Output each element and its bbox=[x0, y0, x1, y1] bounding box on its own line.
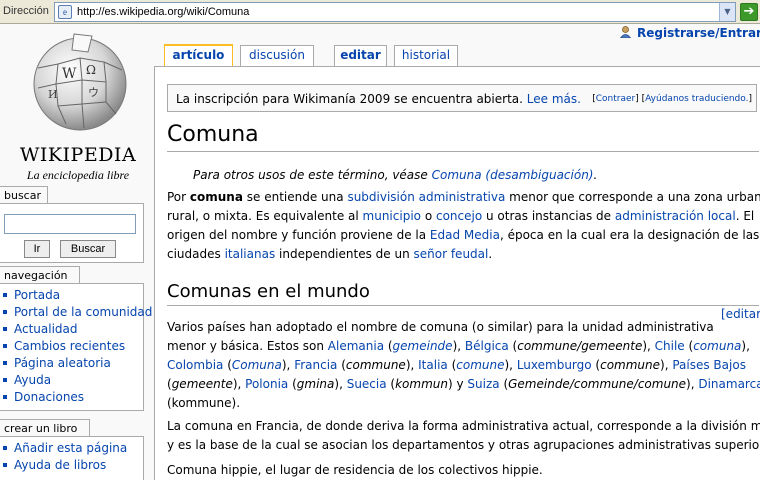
navigation-portlet-title: navegación bbox=[0, 266, 80, 283]
tagline: La enciclopedia libre bbox=[26, 168, 130, 182]
nav-item-portada[interactable]: Portada bbox=[3, 287, 143, 304]
address-url[interactable]: http://es.wikipedia.org/wiki/Comuna bbox=[77, 6, 249, 18]
section-divider bbox=[167, 305, 759, 306]
link-chile[interactable]: Chile bbox=[655, 339, 685, 353]
france-line-1: La comuna en Francia, de donde deriva la… bbox=[167, 419, 760, 433]
site-notice: La inscripción para Wikimanía 2009 se en… bbox=[167, 84, 757, 112]
intro-line-3: origen del nombre y función proviene de … bbox=[167, 228, 760, 242]
link-italia[interactable]: Italia bbox=[418, 358, 448, 372]
address-bar: Dirección e http://es.wikipedia.org/wiki… bbox=[0, 0, 760, 24]
link-italianas[interactable]: italianas bbox=[225, 247, 276, 261]
book-portlet: Añadir esta página Ayuda de libros bbox=[0, 436, 144, 480]
intro-line-4: ciudades italianas independientes de un … bbox=[167, 247, 493, 261]
link-municipio[interactable]: municipio bbox=[363, 209, 421, 223]
link-edad-media[interactable]: Edad Media bbox=[430, 228, 500, 242]
search-portlet: Ir Buscar bbox=[0, 203, 144, 263]
link-polonia[interactable]: Polonia bbox=[245, 377, 288, 391]
nav-item-pagina-aleatoria[interactable]: Página aleatoria bbox=[3, 355, 143, 372]
link-francia[interactable]: Francia bbox=[294, 358, 337, 372]
go-arrow-icon[interactable]: ➔ bbox=[740, 3, 758, 21]
search-portlet-title: buscar bbox=[0, 186, 48, 203]
link-alemania[interactable]: Alemania bbox=[328, 339, 384, 353]
svg-text:Ω: Ω bbox=[86, 63, 96, 77]
notice-hide-link[interactable]: Contraer bbox=[596, 94, 635, 104]
puzzle-globe-icon: W Ω И ウ bbox=[33, 33, 127, 131]
chevron-down-icon[interactable]: ▼ bbox=[719, 3, 735, 21]
notice-read-more-link[interactable]: Lee más. bbox=[527, 92, 581, 106]
notice-text: La inscripción para Wikimanía 2009 se en… bbox=[176, 92, 581, 106]
link-comuna-chile[interactable]: comuna bbox=[693, 339, 741, 353]
link-comune[interactable]: comune bbox=[456, 358, 504, 372]
svg-text:W: W bbox=[62, 66, 77, 82]
world-line-5: (kommune). bbox=[167, 396, 241, 410]
nav-item-actualidad[interactable]: Actualidad bbox=[3, 321, 143, 338]
disambiguation-link[interactable]: Comuna (desambiguación) bbox=[432, 168, 594, 182]
content-area: La inscripción para Wikimanía 2009 se en… bbox=[154, 66, 760, 480]
link-suecia[interactable]: Suecia bbox=[347, 377, 387, 391]
world-line-4: (gemeente), Polonia (gmina), Suecia (kom… bbox=[167, 375, 760, 394]
tab-articulo[interactable]: artículo bbox=[164, 44, 233, 67]
nav-item-donaciones[interactable]: Donaciones bbox=[3, 389, 143, 406]
page-title: Comuna bbox=[167, 122, 259, 147]
book-item-add-page[interactable]: Añadir esta página bbox=[3, 440, 143, 457]
tab-discusion[interactable]: discusión bbox=[240, 45, 314, 66]
notice-translate-link[interactable]: Ayúdanos traduciendo. bbox=[645, 94, 748, 104]
nav-item-portal-comunidad[interactable]: Portal de la comunidad bbox=[3, 304, 152, 321]
search-input[interactable] bbox=[4, 214, 136, 234]
link-administracion-local[interactable]: administración local bbox=[615, 209, 736, 223]
link-senor-feudal[interactable]: señor feudal bbox=[414, 247, 489, 261]
disambiguation-note: Para otros usos de este término, véase C… bbox=[193, 168, 598, 182]
link-gemeinde[interactable]: gemeinde bbox=[393, 339, 453, 353]
link-colombia[interactable]: Colombia bbox=[167, 358, 223, 372]
link-belgica[interactable]: Bélgica bbox=[465, 339, 509, 353]
link-concejo[interactable]: concejo bbox=[436, 209, 482, 223]
book-item-help[interactable]: Ayuda de libros bbox=[3, 457, 143, 474]
navigation-portlet: Portada Portal de la comunidad Actualida… bbox=[0, 283, 152, 411]
register-login-link[interactable]: Registrarse/Entrar bbox=[620, 26, 760, 40]
go-button[interactable]: Ir bbox=[24, 240, 50, 258]
intro-line-1: Por comuna se entiende una subdivisión a… bbox=[167, 190, 760, 204]
world-line-3: Colombia (Comuna), Francia (commune), It… bbox=[167, 358, 746, 372]
nav-item-cambios-recientes[interactable]: Cambios recientes bbox=[3, 338, 143, 355]
world-line-2: menor y básica. Estos son Alemania (geme… bbox=[167, 339, 750, 353]
world-line-1: Varios países han adoptado el nombre de … bbox=[167, 320, 714, 334]
wordmark: WIKIPEDIA bbox=[19, 144, 137, 166]
notice-actions: [Contraer] [Ayúdanos traduciendo.] bbox=[592, 94, 752, 104]
svg-text:ウ: ウ bbox=[88, 86, 99, 99]
link-dinamarca[interactable]: Dinamarca bbox=[698, 377, 760, 391]
user-icon bbox=[620, 26, 631, 38]
book-portlet-title: crear un libro bbox=[0, 419, 90, 436]
svg-text:И: И bbox=[48, 88, 58, 101]
wikipedia-logo[interactable]: W Ω И ウ WIKIPEDIA La enciclopedia libre bbox=[8, 26, 148, 186]
page-icon: e bbox=[58, 5, 72, 19]
link-paises-bajos[interactable]: Países Bajos bbox=[672, 358, 746, 372]
link-subdivision-administrativa[interactable]: subdivisión administrativa bbox=[347, 190, 505, 204]
tab-editar[interactable]: editar bbox=[334, 45, 387, 66]
hippie-line: Comuna hippie, el lugar de residencia de… bbox=[167, 463, 543, 477]
france-line-2: y es la base de la cual se asocian los d… bbox=[167, 438, 760, 452]
search-button[interactable]: Buscar bbox=[60, 240, 116, 258]
address-input[interactable]: e http://es.wikipedia.org/wiki/Comuna ▼ bbox=[54, 2, 736, 22]
nav-item-ayuda[interactable]: Ayuda bbox=[3, 372, 143, 389]
link-suiza[interactable]: Suiza bbox=[467, 377, 499, 391]
intro-line-2: rural, o mixta. Es equivalente al munici… bbox=[167, 209, 755, 223]
link-luxemburgo[interactable]: Luxemburgo bbox=[517, 358, 592, 372]
title-divider bbox=[167, 151, 759, 152]
register-login-label[interactable]: Registrarse/Entrar bbox=[637, 26, 760, 40]
link-comuna-colombia[interactable]: Comuna bbox=[232, 358, 282, 372]
address-label: Dirección bbox=[3, 5, 49, 17]
section-heading: Comunas en el mundo bbox=[167, 281, 370, 302]
tab-historial[interactable]: historial bbox=[394, 45, 458, 66]
